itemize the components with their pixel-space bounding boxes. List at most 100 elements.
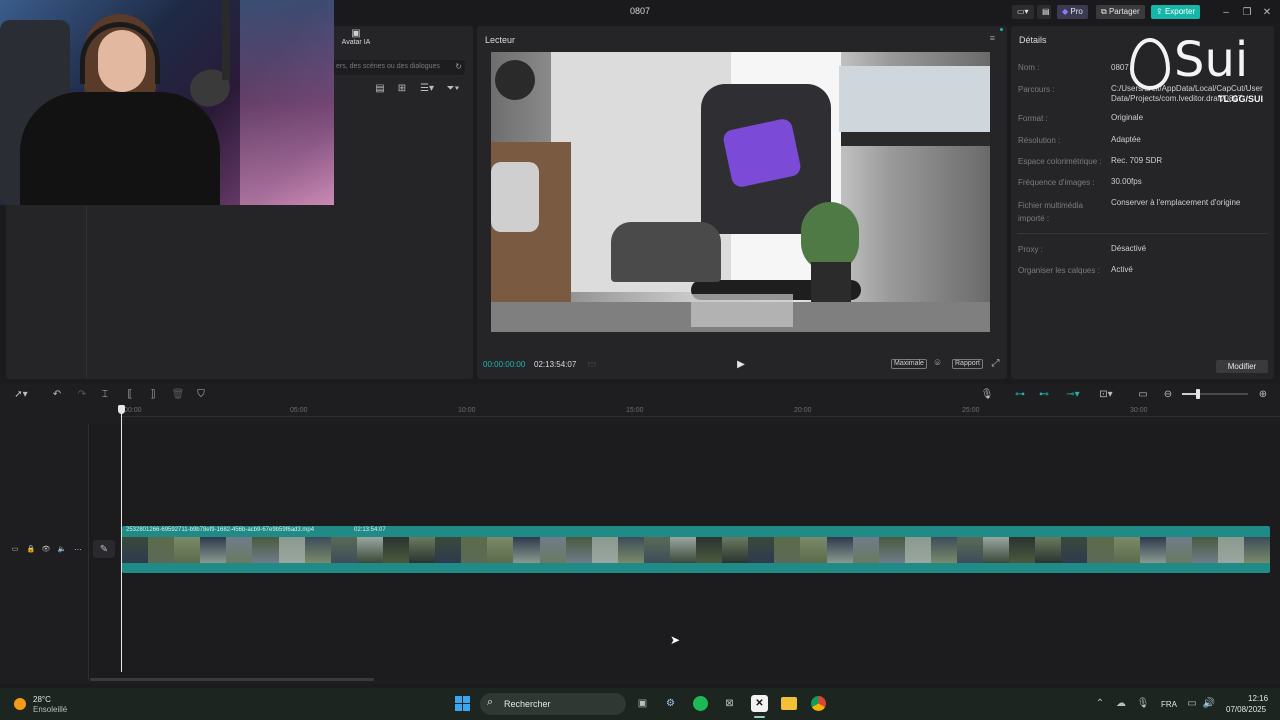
clip-thumbnail xyxy=(1165,537,1192,563)
track-lock-icon[interactable]: 🔒 xyxy=(26,544,36,554)
playhead-handle[interactable] xyxy=(118,405,125,414)
clip-thumbnail xyxy=(252,537,279,563)
detail-value-media-file: Conserver à l'emplacement d'origine xyxy=(1111,198,1241,207)
play-button[interactable]: ▶ xyxy=(734,357,748,371)
magnet-icon[interactable]: ⊶ xyxy=(1013,388,1027,400)
delete-icon[interactable]: 🗑 xyxy=(172,388,185,400)
share-icon: ⧉ xyxy=(1101,7,1107,16)
restore-icon[interactable]: ❐ xyxy=(1241,5,1253,19)
close-icon[interactable]: ✕ xyxy=(1261,5,1273,19)
fullscreen-icon[interactable]: ⤢ xyxy=(989,357,1002,370)
modify-button[interactable]: Modifier xyxy=(1216,360,1268,373)
link-icon[interactable]: ⊷ xyxy=(1037,388,1051,400)
weather-icon[interactable] xyxy=(14,698,26,710)
record-audio-icon[interactable]: 🎙 xyxy=(981,388,994,400)
clip-thumbnail xyxy=(1244,537,1271,563)
sidebar-divider xyxy=(86,206,87,379)
grid-view-icon[interactable]: ⊞ xyxy=(396,82,408,94)
zoom-out-icon[interactable]: ⊖ xyxy=(1162,388,1174,400)
sort-icon[interactable]: ☰▾ xyxy=(418,82,436,94)
clip-thumbnail xyxy=(669,537,697,563)
total-time: 02:13:54:07 xyxy=(534,360,577,369)
network-tray-icon[interactable]: ☁ xyxy=(1115,697,1127,709)
video-preview[interactable] xyxy=(491,52,990,332)
share-button[interactable]: ⧉ Partager xyxy=(1096,5,1145,19)
track-visibility-icon[interactable]: 👁 xyxy=(41,544,51,554)
chrome-icon[interactable] xyxy=(811,696,826,711)
language-indicator[interactable]: FRA xyxy=(1161,700,1177,709)
clip-thumbnail xyxy=(539,537,566,563)
monitor-tray-icon[interactable]: ▭ xyxy=(1186,697,1198,709)
track-cover-icon[interactable]: ▭ xyxy=(10,544,20,554)
zoom-slider[interactable] xyxy=(1182,389,1248,399)
task-view-icon[interactable]: ▣ xyxy=(635,696,650,711)
filter-icon[interactable]: ⏷▾ xyxy=(444,82,462,94)
background-lights xyxy=(240,0,334,205)
player-menu-icon[interactable]: ≡ xyxy=(990,33,995,43)
gem-icon: ◆ xyxy=(1062,7,1069,16)
clock-date[interactable]: 07/08/2025 xyxy=(1226,705,1266,714)
refresh-icon[interactable]: ↻ xyxy=(455,62,462,71)
clip-thumbnail xyxy=(435,537,462,563)
quality-select[interactable]: Maximale xyxy=(891,359,927,369)
start-tile xyxy=(463,696,470,703)
clip-thumbnails xyxy=(122,537,1271,563)
import-folder-icon[interactable]: ▤ xyxy=(374,82,386,94)
layout-icon[interactable]: ▭▾ xyxy=(1012,5,1034,19)
microphone-tray-icon[interactable]: 🎙 xyxy=(1137,697,1150,709)
trim-right-icon[interactable]: ⟧ xyxy=(147,388,159,400)
file-explorer-icon[interactable] xyxy=(781,697,797,710)
snap-icon[interactable]: ⊡▾ xyxy=(1094,388,1118,400)
detail-label-framerate: Fréquence d'images : xyxy=(1018,178,1095,187)
timecode-toggle-icon[interactable]: ▭ xyxy=(586,359,598,370)
track-edit-icon[interactable]: ✎ xyxy=(93,540,115,558)
spotify-icon[interactable] xyxy=(693,696,708,711)
media-search-input[interactable]: ers, des scènes ou des dialogues ↻ xyxy=(334,60,465,75)
xbox-icon[interactable]: ⊠ xyxy=(722,696,737,711)
ratio-select[interactable]: Rapport xyxy=(952,359,983,369)
steam-icon[interactable]: ⚙ xyxy=(663,696,678,711)
ruler-line xyxy=(120,416,1280,417)
minimize-icon[interactable]: – xyxy=(1220,5,1232,19)
weather-temp[interactable]: 28°C xyxy=(33,695,51,704)
ruler-label: 25:00 xyxy=(962,407,980,414)
shield-icon[interactable]: ⛉ xyxy=(195,388,207,400)
capcut-icon[interactable]: ✕ xyxy=(751,695,768,712)
clip-thumbnail xyxy=(983,537,1010,563)
detail-value-resolution: Adaptée xyxy=(1111,135,1141,144)
caption-icon[interactable]: ▭ xyxy=(1137,388,1149,400)
pro-button[interactable]: ◆ Pro xyxy=(1057,5,1088,19)
volume-tray-icon[interactable]: 🔊 xyxy=(1203,697,1215,709)
avatar-ia-tab[interactable]: ▣ Avatar IA xyxy=(336,28,376,46)
timeline-scrollbar[interactable] xyxy=(90,678,374,681)
microphone-arm xyxy=(222,0,230,80)
drop-icon xyxy=(1130,38,1170,90)
clip-thumbnail xyxy=(957,537,984,563)
detail-label-colorspace: Espace colorimétrique : xyxy=(1018,157,1102,166)
track-more-icon[interactable]: ⋯ xyxy=(73,544,83,554)
clock-shape xyxy=(495,60,535,100)
video-clip[interactable]: 2532801266-69592711-b9b78ef9-1682-456b-a… xyxy=(122,526,1271,573)
taskbar-search[interactable]: ⌕ Rechercher xyxy=(480,693,626,715)
playhead[interactable] xyxy=(118,405,125,672)
clip-thumbnail xyxy=(826,537,853,563)
zoom-in-icon[interactable]: ⊕ xyxy=(1257,388,1269,400)
export-button[interactable]: ⇪ Exporter xyxy=(1151,5,1201,19)
ruler-label: 10:00 xyxy=(458,407,476,414)
show-hidden-icons[interactable]: ⌃ xyxy=(1094,697,1106,709)
redo-icon[interactable]: ↷ xyxy=(76,388,88,400)
windows-start-icon[interactable] xyxy=(455,696,470,711)
zoom-slider-handle[interactable] xyxy=(1196,389,1200,399)
select-tool-icon[interactable]: ➚▾ xyxy=(10,388,32,400)
trim-left-icon[interactable]: ⟦ xyxy=(124,388,136,400)
screenshot-icon[interactable]: ⌾ xyxy=(931,357,944,370)
track-audio-icon[interactable]: 🔈 xyxy=(57,544,67,554)
preview-axis-icon[interactable]: ⊸▾ xyxy=(1061,388,1085,400)
ruler-label: 05:00 xyxy=(290,407,308,414)
shortcuts-icon[interactable]: ▤ xyxy=(1037,5,1051,19)
weather-desc[interactable]: Ensoleillé xyxy=(33,705,67,714)
timeline-divider xyxy=(88,424,89,680)
clock-time[interactable]: 12:16 xyxy=(1248,694,1268,703)
split-icon[interactable]: ⌶ xyxy=(99,388,111,400)
undo-icon[interactable]: ↶ xyxy=(51,388,63,400)
